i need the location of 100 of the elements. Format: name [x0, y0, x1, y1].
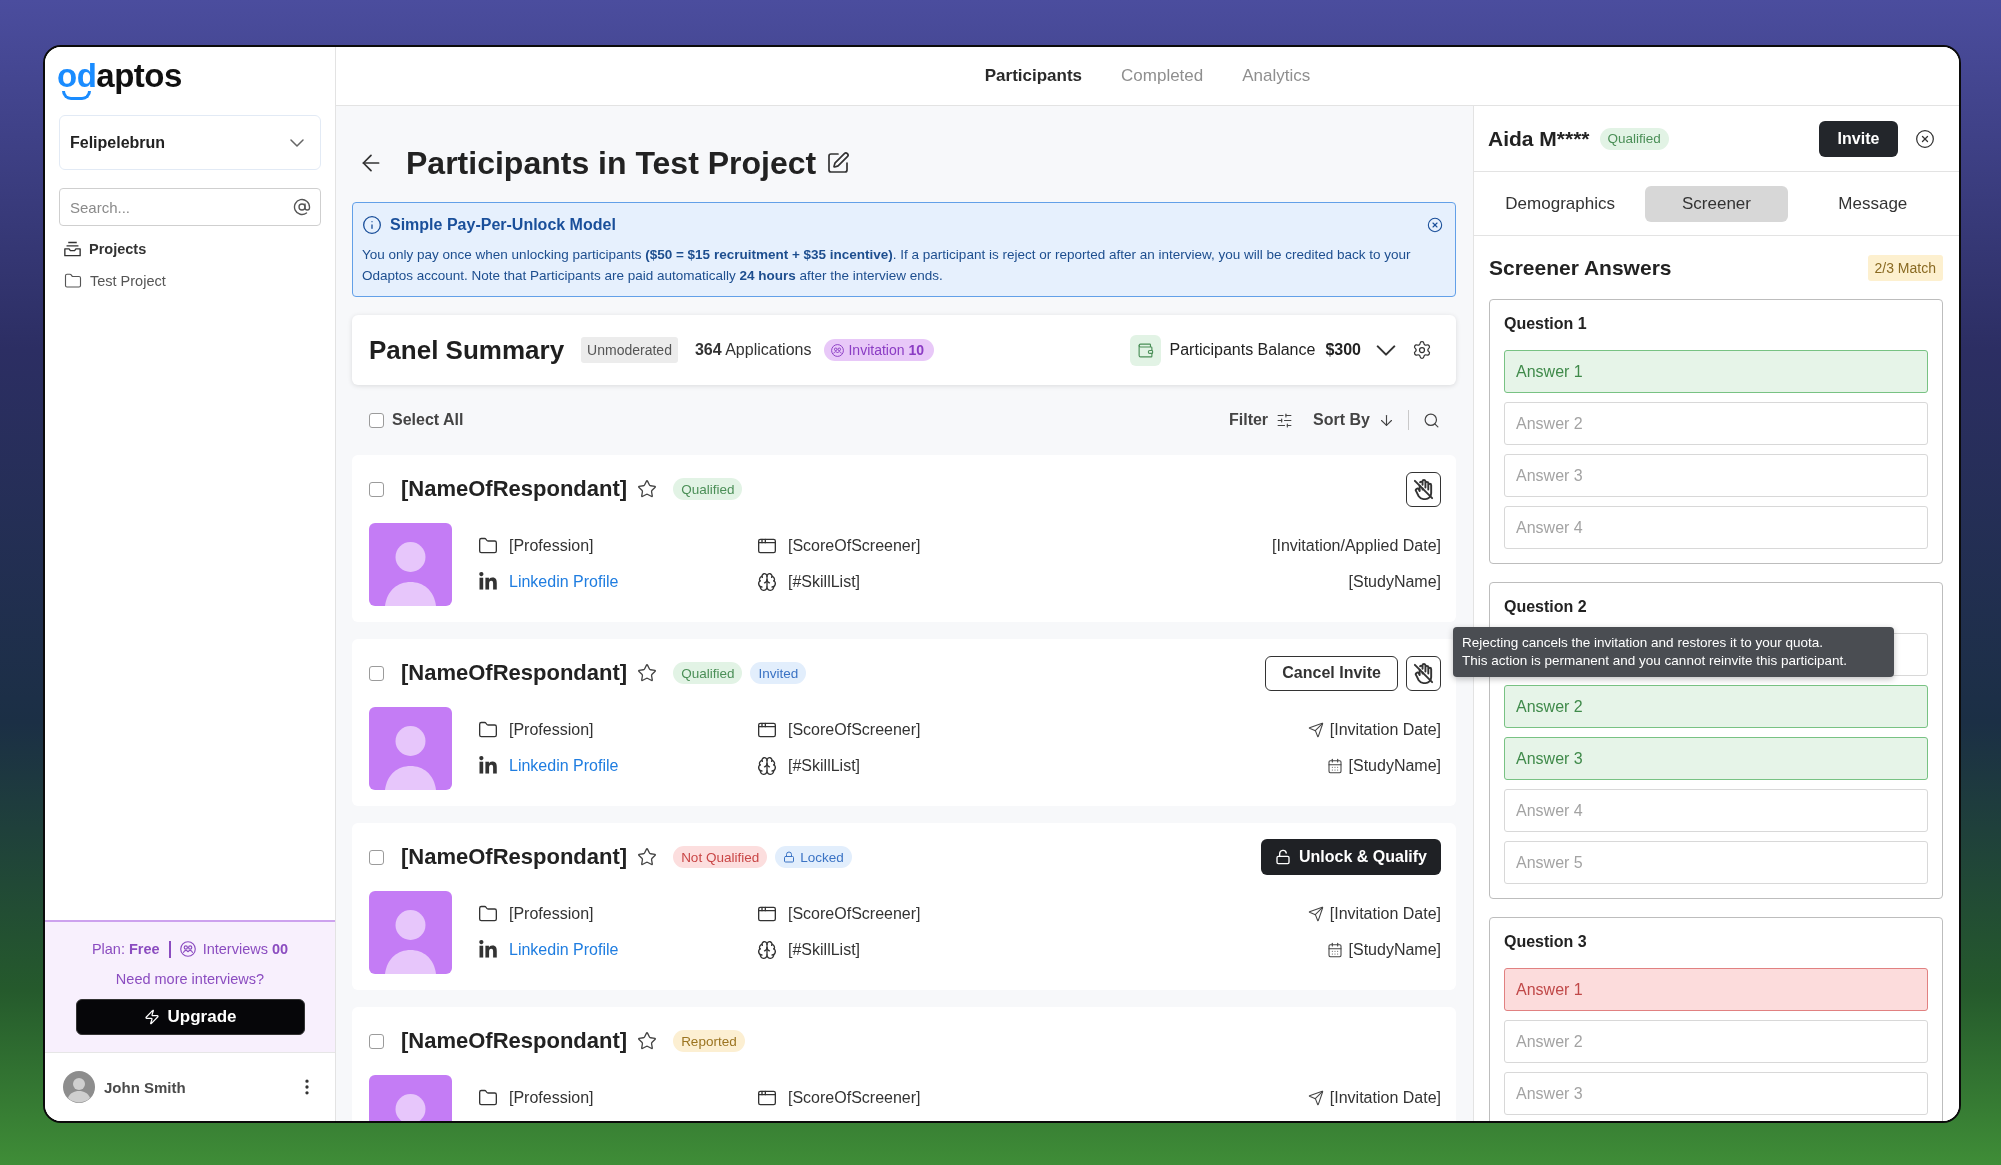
balance-label: Participants Balance — [1169, 341, 1316, 359]
answer-option: Answer 4 — [1504, 506, 1928, 549]
brain-icon — [757, 756, 777, 776]
window-icon — [757, 904, 777, 924]
sidebar-item[interactable]: Projects — [45, 233, 335, 265]
panel-summary-title: Panel Summary — [369, 334, 565, 366]
participant-name: Aida M**** — [1488, 126, 1590, 151]
workspace-dropdown[interactable]: Felipelebrun — [59, 115, 321, 170]
score-text: [ScoreOfScreener] — [788, 721, 921, 739]
status-badge: Qualified — [1599, 127, 1669, 150]
nav-tab[interactable]: Participants — [984, 66, 1083, 86]
question-title: Question 2 — [1504, 597, 1588, 617]
profile-link[interactable]: Linkedin Profile — [509, 941, 619, 959]
lock-icon — [783, 851, 796, 863]
answer-option: Answer 3 — [1504, 1072, 1928, 1115]
mode-tag: Unmoderated — [581, 337, 678, 363]
wallet-icon — [1129, 334, 1161, 366]
date-text: [Invitation Date] — [1329, 1089, 1441, 1107]
reject-button[interactable] — [1406, 655, 1441, 691]
folder-icon — [478, 536, 498, 556]
profile-link[interactable]: Linkedin Profile — [509, 573, 619, 591]
score-text: [ScoreOfScreener] — [788, 537, 921, 555]
filter-button[interactable]: Filter — [1228, 411, 1294, 429]
sliders-icon — [1276, 411, 1294, 429]
question-title: Question 1 — [1504, 314, 1588, 334]
answer-option: Answer 1 — [1504, 968, 1928, 1011]
date-text: [Invitation Date] — [1329, 905, 1441, 923]
tab[interactable]: Message — [1801, 185, 1945, 222]
search-icon[interactable] — [1423, 411, 1440, 429]
star-icon[interactable] — [637, 1031, 658, 1051]
tab[interactable]: Demographics — [1488, 185, 1632, 222]
answer-option: Answer 3 — [1504, 737, 1928, 780]
upgrade-button[interactable]: Upgrade — [75, 999, 305, 1035]
close-icon[interactable] — [1427, 217, 1443, 233]
checkbox[interactable] — [369, 412, 384, 428]
balance-amount: $300 — [1325, 341, 1361, 359]
skills-text: [#SkillList] — [788, 941, 861, 959]
star-icon[interactable] — [637, 479, 658, 499]
study-name-text: [StudyName] — [1348, 573, 1441, 591]
people-icon — [179, 941, 196, 957]
chevron-down-icon — [290, 138, 304, 147]
status-badge: Qualified — [673, 478, 743, 500]
tab[interactable]: Screener — [1645, 185, 1788, 222]
status-badge: Not Qualified — [673, 846, 768, 868]
checkbox[interactable] — [369, 481, 384, 497]
profile-link[interactable]: Linkedin Profile — [509, 757, 619, 775]
answer-option: Answer 3 — [1504, 454, 1928, 497]
invite-button[interactable]: Invite — [1819, 120, 1898, 157]
chevron-down-icon[interactable] — [1376, 344, 1396, 356]
invitation-count: Invitation 10 — [848, 342, 924, 358]
sort-button[interactable]: Sort By — [1313, 411, 1395, 429]
participant-name: [NameOfRespondant] — [401, 660, 628, 686]
section-title: Screener Answers — [1489, 255, 1672, 280]
date-text: [Invitation/Applied Date] — [1272, 537, 1441, 555]
tooltip: Rejecting cancels the invitation and restores it to your quota. This action is permanent and you cannot reinvite this participant. — [1453, 627, 1894, 677]
star-icon[interactable] — [637, 663, 658, 683]
user-name: John Smith — [104, 1078, 186, 1096]
unlock-button[interactable]: Unlock & Qualify — [1260, 839, 1441, 875]
upgrade-prompt-link[interactable]: Need more interviews? — [115, 971, 265, 987]
status-badge: Reported — [673, 1030, 745, 1052]
sidebar-item[interactable]: Test Project — [45, 265, 335, 297]
checkbox[interactable] — [369, 665, 384, 681]
close-icon[interactable] — [1915, 128, 1935, 149]
brand-logo: odaptos — [57, 59, 182, 99]
search-field[interactable]: Search... — [59, 188, 321, 226]
at-sign-icon — [293, 198, 311, 216]
people-icon — [831, 343, 845, 357]
participant-name: [NameOfRespondant] — [401, 844, 628, 870]
profession-text: [Profession] — [509, 721, 594, 739]
status-badge: Qualified — [673, 662, 743, 684]
question-title: Question 3 — [1504, 932, 1588, 952]
study-name-text: [StudyName] — [1348, 941, 1441, 959]
checkbox[interactable] — [369, 1033, 384, 1049]
reject-button[interactable] — [1406, 471, 1441, 507]
brain-icon — [757, 940, 777, 960]
checkbox[interactable] — [369, 849, 384, 865]
info-icon — [362, 215, 382, 235]
profession-text: [Profession] — [509, 1089, 594, 1107]
study-name-text: [StudyName] — [1348, 757, 1441, 775]
folder-icon — [478, 720, 498, 740]
settings-icon[interactable] — [1412, 340, 1432, 360]
window-icon — [757, 720, 777, 740]
score-text: [ScoreOfScreener] — [788, 1089, 921, 1107]
lock-open-icon — [1274, 849, 1291, 865]
answer-option: Answer 1 — [1504, 350, 1928, 393]
status-badge: Invited — [750, 662, 807, 684]
edit-icon[interactable] — [826, 151, 851, 175]
window-icon — [757, 1088, 777, 1108]
participant-name: [NameOfRespondant] — [401, 476, 628, 502]
folder-icon — [64, 272, 82, 290]
cancel-invite-button[interactable]: Cancel Invite — [1265, 655, 1398, 691]
hand-off-icon — [1412, 661, 1435, 685]
answer-option: Answer 2 — [1504, 1020, 1928, 1063]
star-icon[interactable] — [637, 847, 658, 867]
skills-text: [#SkillList] — [788, 757, 861, 775]
skills-text: [#SkillList] — [788, 573, 861, 591]
brain-icon — [757, 572, 777, 592]
applications-count: 364 Applications — [694, 341, 812, 359]
avatar-placeholder — [63, 1071, 95, 1103]
hand-off-icon — [1412, 477, 1435, 501]
